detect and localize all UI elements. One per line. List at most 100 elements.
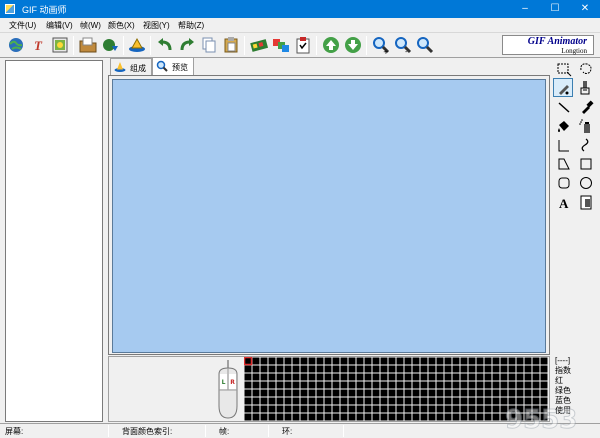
palette-cell[interactable]	[540, 357, 548, 365]
palette-cell[interactable]	[484, 357, 492, 365]
palette-cell[interactable]	[388, 389, 396, 397]
palette-cell[interactable]	[372, 373, 380, 381]
palette-cell[interactable]	[484, 381, 492, 389]
palette-cell[interactable]	[348, 373, 356, 381]
palette-cell[interactable]	[492, 413, 500, 421]
palette-cell[interactable]	[252, 357, 260, 365]
palette-cell[interactable]	[332, 389, 340, 397]
palette-cell[interactable]	[452, 381, 460, 389]
palette-cell[interactable]	[500, 381, 508, 389]
palette-cell[interactable]	[284, 413, 292, 421]
palette-cell[interactable]	[412, 389, 420, 397]
palette-cell[interactable]	[388, 397, 396, 405]
palette-cell[interactable]	[332, 405, 340, 413]
palette-cell[interactable]	[420, 389, 428, 397]
open-folder-icon[interactable]	[79, 36, 97, 54]
palette-cell[interactable]	[308, 413, 316, 421]
palette-cell[interactable]	[428, 413, 436, 421]
zoom-out-icon[interactable]: -	[394, 36, 412, 54]
palette-cell[interactable]	[388, 357, 396, 365]
palette-cell[interactable]	[268, 389, 276, 397]
palette-cell[interactable]	[292, 413, 300, 421]
palette-cell[interactable]	[276, 381, 284, 389]
palette-cell[interactable]	[292, 389, 300, 397]
menu-edit[interactable]: 编辑(V)	[46, 20, 73, 31]
palette-cell[interactable]	[444, 381, 452, 389]
palette-cell[interactable]	[436, 405, 444, 413]
palette-cell[interactable]	[268, 397, 276, 405]
palette-cell[interactable]	[364, 413, 372, 421]
palette-cell[interactable]	[348, 413, 356, 421]
palette-cell[interactable]	[340, 365, 348, 373]
pencil-icon[interactable]	[553, 78, 573, 97]
frames-icon[interactable]	[272, 36, 290, 54]
palette-cell[interactable]	[396, 397, 404, 405]
palette-cell[interactable]	[444, 357, 452, 365]
brush-icon[interactable]	[576, 79, 596, 98]
palette-cell[interactable]	[412, 381, 420, 389]
palette-cell[interactable]	[292, 405, 300, 413]
palette-cell[interactable]	[364, 389, 372, 397]
palette-cell[interactable]	[260, 381, 268, 389]
palette-cell[interactable]	[260, 405, 268, 413]
palette-cell[interactable]	[276, 357, 284, 365]
palette-cell[interactable]	[244, 381, 252, 389]
palette-cell[interactable]	[364, 373, 372, 381]
palette-cell[interactable]	[500, 365, 508, 373]
palette-cell[interactable]	[380, 405, 388, 413]
palette-cell[interactable]	[492, 357, 500, 365]
palette-cell[interactable]	[420, 413, 428, 421]
palette-cell[interactable]	[300, 373, 308, 381]
palette-cell[interactable]	[332, 357, 340, 365]
palette-cell[interactable]	[476, 381, 484, 389]
palette-cell[interactable]	[484, 397, 492, 405]
palette-cell[interactable]	[356, 413, 364, 421]
palette-cell[interactable]	[436, 357, 444, 365]
palette-cell[interactable]	[348, 357, 356, 365]
palette-cell[interactable]	[468, 397, 476, 405]
palette-cell[interactable]	[412, 365, 420, 373]
palette-cell[interactable]	[356, 381, 364, 389]
palette-cell[interactable]	[420, 397, 428, 405]
rect-select-icon[interactable]	[554, 60, 574, 79]
palette-cell[interactable]	[340, 389, 348, 397]
palette-cell[interactable]	[476, 365, 484, 373]
palette-cell[interactable]	[260, 397, 268, 405]
palette-cell[interactable]	[516, 373, 524, 381]
palette-cell[interactable]	[476, 389, 484, 397]
palette-cell[interactable]	[492, 397, 500, 405]
palette-cell[interactable]	[460, 413, 468, 421]
save-globe-icon[interactable]	[101, 36, 119, 54]
clipboard-icon[interactable]	[294, 36, 312, 54]
palette-cell[interactable]	[316, 405, 324, 413]
palette-cell[interactable]	[508, 365, 516, 373]
palette-cell[interactable]	[540, 373, 548, 381]
palette-cell[interactable]	[308, 357, 316, 365]
palette-cell[interactable]	[300, 389, 308, 397]
palette-cell[interactable]	[460, 357, 468, 365]
palette-cell[interactable]	[380, 373, 388, 381]
palette-cell[interactable]	[468, 373, 476, 381]
preview-canvas[interactable]	[112, 79, 546, 353]
menu-view[interactable]: 视图(Y)	[143, 20, 170, 31]
palette-cell[interactable]	[292, 381, 300, 389]
palette-cell[interactable]	[252, 365, 260, 373]
palette-cell[interactable]	[284, 357, 292, 365]
lasso-select-icon[interactable]	[576, 60, 596, 79]
tab-preview[interactable]: 预览	[152, 57, 194, 76]
palette-cell[interactable]	[524, 365, 532, 373]
palette-cell[interactable]	[428, 373, 436, 381]
palette-cell[interactable]	[540, 365, 548, 373]
palette-cell[interactable]	[396, 389, 404, 397]
palette-cell[interactable]	[372, 397, 380, 405]
palette-cell[interactable]	[500, 373, 508, 381]
move-up-icon[interactable]	[322, 36, 340, 54]
palette-cell[interactable]	[428, 365, 436, 373]
palette-cell[interactable]	[380, 357, 388, 365]
palette-cell[interactable]	[388, 365, 396, 373]
redo-icon[interactable]	[178, 36, 196, 54]
palette-cell[interactable]	[500, 357, 508, 365]
palette-cell[interactable]	[292, 365, 300, 373]
palette-cell[interactable]	[244, 413, 252, 421]
palette-cell[interactable]	[372, 381, 380, 389]
